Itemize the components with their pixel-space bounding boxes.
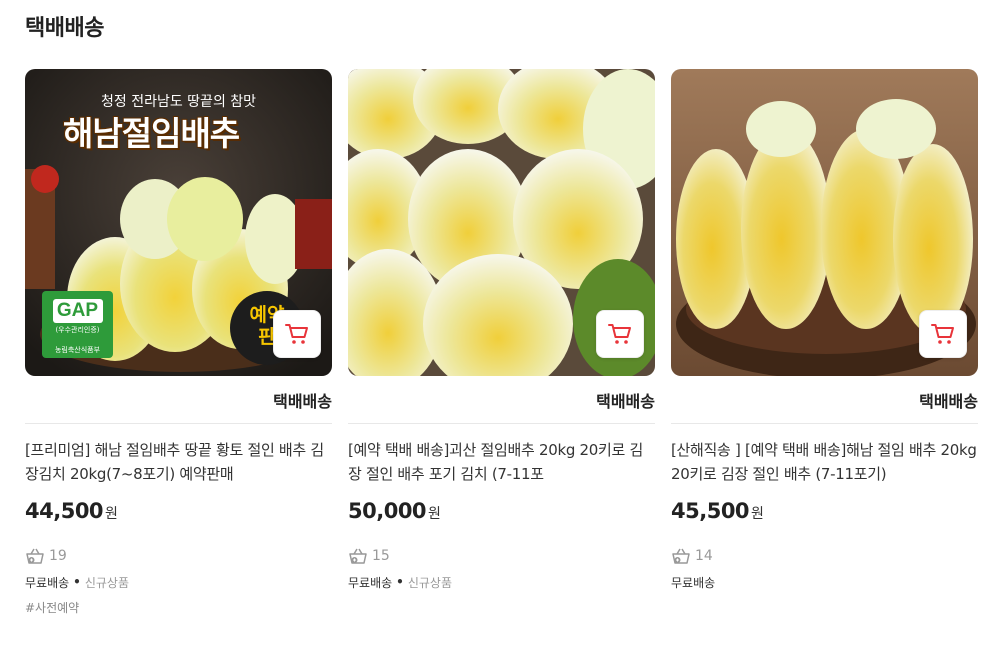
purchase-count-row: 15 — [348, 547, 655, 565]
basket-icon — [672, 548, 690, 564]
basket-icon — [349, 548, 367, 564]
currency-unit: 원 — [105, 506, 118, 522]
basket-icon — [26, 548, 44, 564]
shipping-info-row: 무료배송 — [671, 573, 978, 591]
free-shipping-label: 무료배송 — [671, 575, 716, 590]
product-card[interactable]: 택배배송 [예약 택배 배송]괴산 절임배추 20kg 20키로 김장 절인 배… — [348, 69, 655, 591]
add-to-cart-button[interactable] — [596, 310, 644, 358]
shipping-info-row: 무료배송 • 신규상품 — [348, 573, 655, 591]
purchase-count-row: 14 — [671, 547, 978, 565]
product-price: 44,500 — [25, 499, 104, 523]
cart-icon — [931, 324, 954, 344]
gap-certification-badge: GAP (우수관리인증) 농림축산식품부 — [42, 291, 113, 358]
delivery-type-label: 택배배송 — [596, 392, 655, 411]
product-price: 45,500 — [671, 499, 750, 523]
currency-unit: 원 — [428, 506, 441, 522]
separator-dot: • — [73, 575, 81, 589]
cart-icon — [285, 324, 308, 344]
gap-label: GAP — [52, 299, 103, 323]
product-name[interactable]: [프리미엄] 해남 절임배추 땅끝 황토 절인 배추 김장김치 20kg(7~8… — [25, 438, 332, 486]
divider — [25, 423, 332, 424]
gap-subtitle: (우수관리인증) — [55, 326, 100, 334]
divider — [671, 423, 978, 424]
section-title: 택배배송 — [25, 16, 104, 41]
separator-dot: • — [396, 575, 404, 589]
product-tag[interactable]: #사전예약 — [25, 599, 332, 617]
product-image[interactable] — [671, 69, 978, 376]
cart-icon — [608, 324, 631, 344]
shipping-info-row: 무료배송 • 신규상품 — [25, 573, 332, 591]
price-row: 44,500 원 — [25, 499, 332, 527]
free-shipping-label: 무료배송 — [25, 575, 70, 590]
purchase-count: 19 — [49, 548, 67, 564]
product-card[interactable]: 청정 전라남도 땅끝의 참맛 해남절임배추 GAP (우수관리인증) 농림축산식… — [25, 69, 332, 617]
product-card[interactable]: 택배배송 [산해직송 ] [예약 택배 배송]해남 절임 배추 20kg 20키… — [671, 69, 978, 591]
product-name[interactable]: [산해직송 ] [예약 택배 배송]해남 절임 배추 20kg 20키로 김장 … — [671, 438, 978, 486]
thumb-title: 해남절임배추 — [63, 114, 240, 153]
new-item-label: 신규상품 — [407, 575, 453, 590]
add-to-cart-button[interactable] — [919, 310, 967, 358]
product-image[interactable]: 청정 전라남도 땅끝의 참맛 해남절임배추 GAP (우수관리인증) 농림축산식… — [25, 69, 332, 376]
delivery-type-label: 택배배송 — [919, 392, 978, 411]
purchase-count: 15 — [372, 548, 390, 564]
price-row: 50,000 원 — [348, 499, 655, 527]
product-price: 50,000 — [348, 499, 427, 523]
gap-organization: 농림축산식품부 — [54, 346, 101, 354]
divider — [348, 423, 655, 424]
purchase-count: 14 — [695, 548, 713, 564]
new-item-label: 신규상품 — [84, 575, 130, 590]
free-shipping-label: 무료배송 — [348, 575, 393, 590]
delivery-type-label: 택배배송 — [273, 392, 332, 411]
add-to-cart-button[interactable] — [273, 310, 321, 358]
purchase-count-row: 19 — [25, 547, 332, 565]
product-image[interactable] — [348, 69, 655, 376]
price-row: 45,500 원 — [671, 499, 978, 527]
product-name[interactable]: [예약 택배 배송]괴산 절임배추 20kg 20키로 김장 절인 배추 포기 … — [348, 438, 655, 486]
currency-unit: 원 — [751, 506, 764, 522]
